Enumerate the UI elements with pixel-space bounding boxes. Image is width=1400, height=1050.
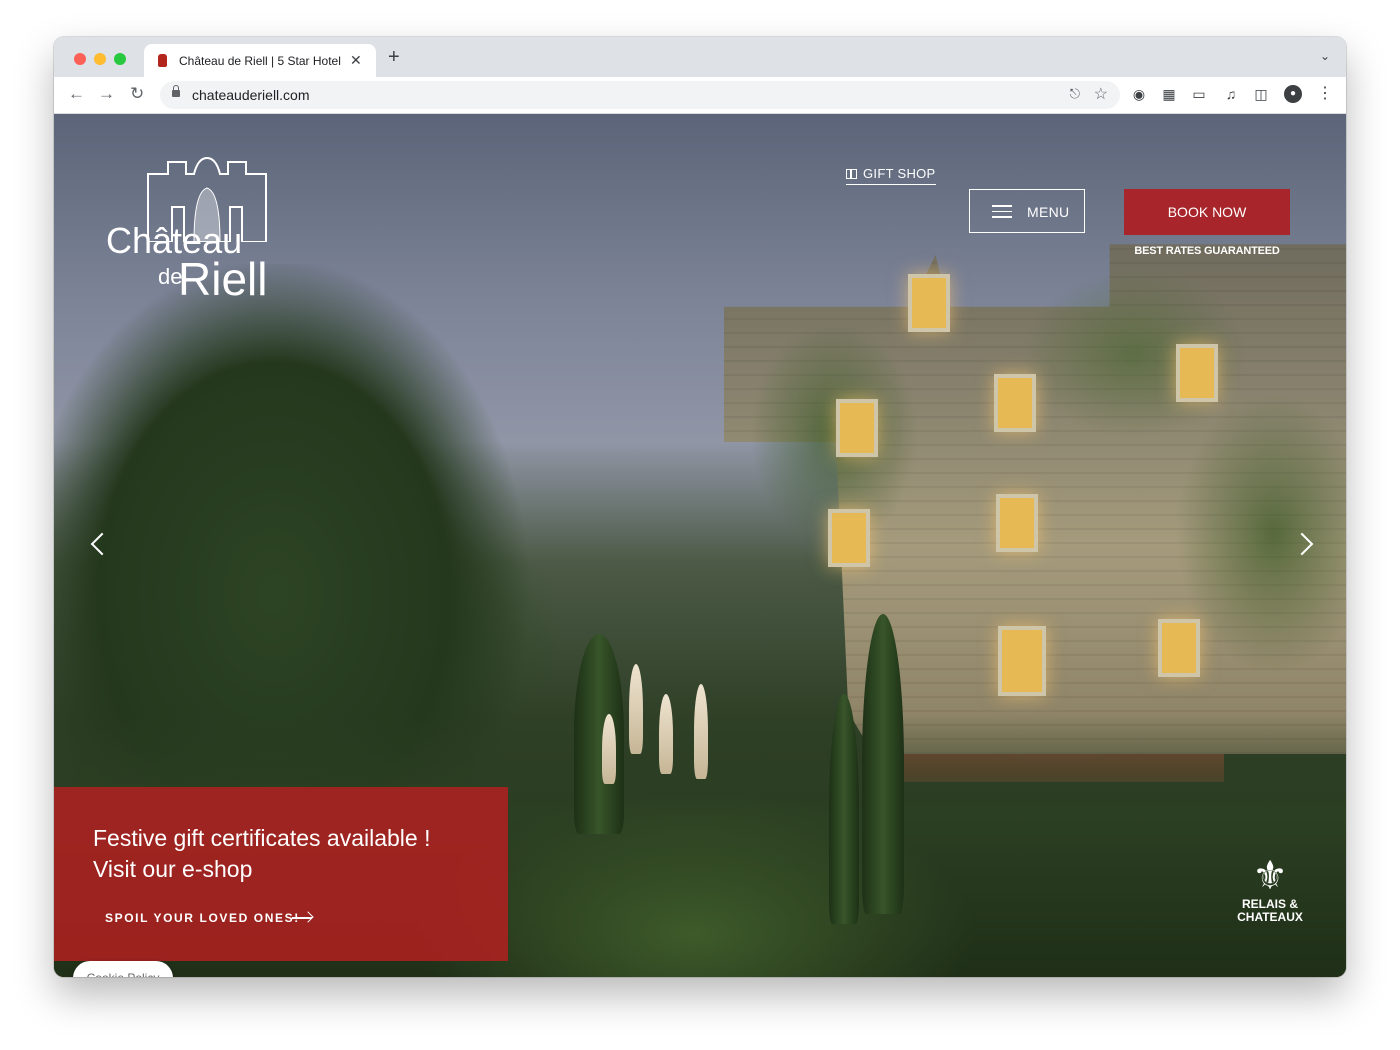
site-favicon-icon bbox=[158, 54, 167, 67]
arrow-right-icon[interactable] bbox=[292, 917, 312, 919]
cookie-policy-button[interactable]: Cookie Policy bbox=[73, 961, 173, 977]
cast-icon[interactable]: ▭ bbox=[1190, 85, 1208, 103]
gift-shop-label: GIFT SHOP bbox=[863, 166, 936, 181]
relais-chateaux-badge[interactable]: ⚜ RELAIS & CHATEAUX bbox=[1229, 854, 1311, 924]
gift-icon bbox=[846, 169, 857, 179]
castle-door-window bbox=[998, 626, 1046, 696]
zoom-window-button[interactable] bbox=[114, 53, 126, 65]
castle-window bbox=[996, 494, 1038, 552]
lock-icon[interactable] bbox=[172, 85, 180, 97]
browser-toolbar: ← → ↻ chateauderiell.com ⎋ ☆ ◉ ▦ ▭ ♫ ◫ ●… bbox=[54, 77, 1346, 114]
browser-window: Château de Riell | 5 Star Hotel ✕ + ⌄ ← … bbox=[54, 37, 1346, 977]
share-icon[interactable]: ⎋ bbox=[1070, 86, 1080, 102]
star-icon[interactable]: ☆ bbox=[1094, 84, 1108, 104]
castle-window bbox=[1158, 619, 1200, 677]
site-logo[interactable]: Château de Riell bbox=[106, 152, 276, 312]
url-text[interactable]: chateauderiell.com bbox=[192, 87, 310, 103]
gift-shop-link[interactable]: GIFT SHOP bbox=[846, 166, 936, 185]
castle-window bbox=[908, 274, 950, 332]
castle-window bbox=[994, 374, 1036, 432]
hamburger-icon bbox=[992, 205, 1012, 218]
kebab-menu-icon[interactable]: ⋮ bbox=[1316, 85, 1334, 103]
castle-window bbox=[1176, 344, 1218, 402]
tab-title: Château de Riell | 5 Star Hotel bbox=[179, 54, 341, 68]
best-rates-note: BEST RATES GUARANTEED bbox=[1134, 245, 1280, 257]
fleur-de-lis-icon: ⚜ bbox=[1252, 854, 1288, 898]
menu-label: MENU bbox=[1027, 204, 1070, 220]
minimize-window-button[interactable] bbox=[94, 53, 106, 65]
puzzle-icon[interactable]: ▦ bbox=[1160, 85, 1178, 103]
browser-tab[interactable]: Château de Riell | 5 Star Hotel ✕ bbox=[144, 44, 376, 77]
logo-word-riell: Riell bbox=[178, 253, 268, 305]
address-bar[interactable]: chateauderiell.com ⎋ ☆ bbox=[160, 81, 1120, 109]
promo-headline: Festive gift certificates available ! bbox=[93, 825, 431, 851]
book-now-button[interactable]: BOOK NOW bbox=[1124, 189, 1290, 235]
cypress-tree bbox=[829, 694, 859, 924]
pampas-grass bbox=[629, 664, 643, 754]
profile-icon[interactable]: ● bbox=[1284, 85, 1302, 103]
hero-page: Château de Riell GIFT SHOP MENU BOOK NOW… bbox=[54, 114, 1346, 977]
sidepanel-icon[interactable]: ◫ bbox=[1252, 85, 1270, 103]
media-icon[interactable]: ♫ bbox=[1222, 85, 1240, 103]
promo-subheadline: Visit our e-shop bbox=[93, 856, 253, 882]
pampas-grass bbox=[602, 714, 616, 784]
tab-strip: Château de Riell | 5 Star Hotel ✕ + ⌄ bbox=[54, 37, 1346, 77]
cypress-tree bbox=[862, 614, 904, 914]
castle-window bbox=[836, 399, 878, 457]
reload-icon[interactable]: ↻ bbox=[130, 84, 144, 104]
pampas-grass bbox=[694, 684, 708, 779]
castle-window bbox=[828, 509, 870, 567]
promo-banner: Festive gift certificates available ! Vi… bbox=[54, 787, 508, 961]
badge-line-2: CHATEAUX bbox=[1237, 910, 1303, 924]
new-tab-button[interactable]: + bbox=[388, 46, 400, 69]
menu-button[interactable]: MENU bbox=[969, 189, 1085, 233]
extension-icon[interactable]: ◉ bbox=[1130, 85, 1148, 103]
tab-close-icon[interactable]: ✕ bbox=[350, 52, 362, 69]
cypress-tree bbox=[574, 634, 624, 834]
pampas-grass bbox=[659, 694, 673, 774]
close-window-button[interactable] bbox=[74, 53, 86, 65]
promo-cta-link[interactable]: SPOIL YOUR LOVED ONES! bbox=[105, 911, 300, 925]
tab-search-chevron-icon[interactable]: ⌄ bbox=[1320, 49, 1330, 63]
forward-icon[interactable]: → bbox=[98, 84, 115, 104]
back-icon[interactable]: ← bbox=[68, 84, 85, 104]
